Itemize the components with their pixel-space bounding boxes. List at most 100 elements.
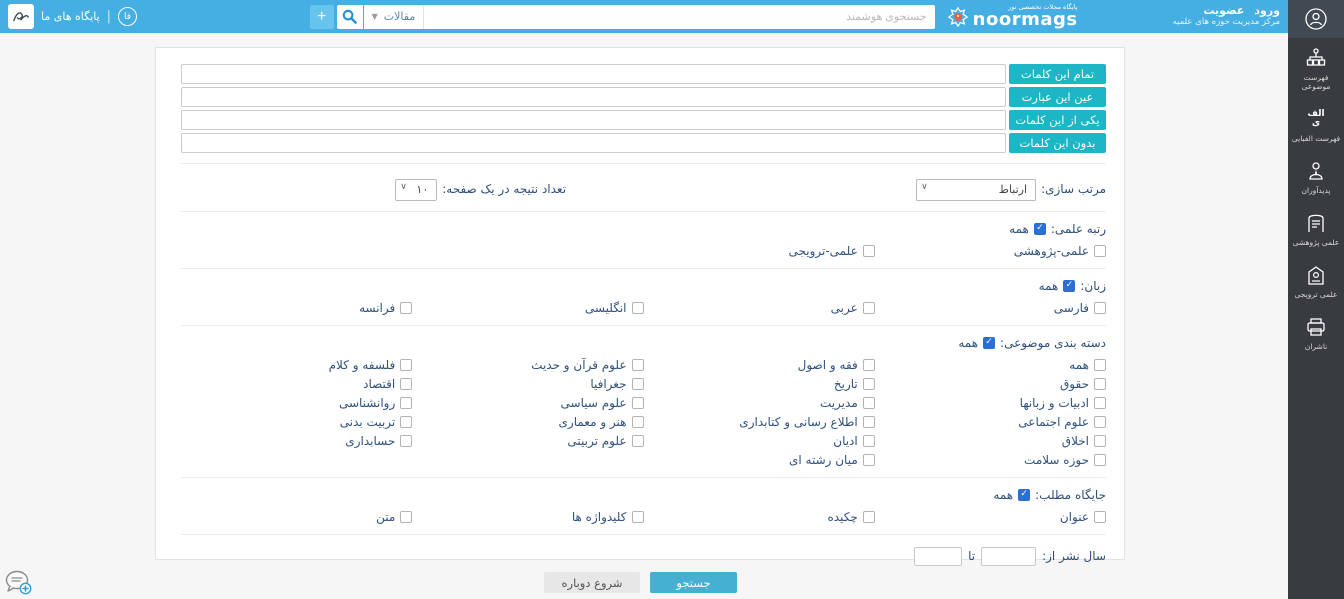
checkbox[interactable] (400, 416, 412, 428)
add-search-row-button[interactable]: + (310, 5, 334, 29)
checkbox[interactable] (863, 397, 875, 409)
without-words-input[interactable] (181, 133, 1006, 153)
filter-checkbox[interactable]: علوم اجتماعی (875, 415, 1106, 429)
checkbox[interactable] (632, 397, 644, 409)
filter-checkbox[interactable]: اخلاق (875, 434, 1106, 448)
all-words-input[interactable] (181, 64, 1006, 84)
all-checkbox[interactable]: همه (993, 488, 1030, 502)
checkbox[interactable] (400, 511, 412, 523)
filter-checkbox[interactable]: روانشناسی (181, 396, 412, 410)
filter-checkbox[interactable]: هنر و معماری (412, 415, 643, 429)
checkbox-checked[interactable] (1018, 489, 1030, 501)
all-checkbox[interactable]: همه (1009, 222, 1046, 236)
checkbox[interactable] (632, 302, 644, 314)
checkbox[interactable] (632, 416, 644, 428)
filter-checkbox[interactable]: جغرافیا (412, 377, 643, 391)
sidebar-item-scientific-promotional[interactable]: علمی ترویجی (1288, 255, 1344, 307)
sidebar-item-alphabetical-index[interactable]: الفی فهرست الفبایی (1288, 99, 1344, 151)
checkbox[interactable] (400, 435, 412, 447)
all-checkbox[interactable]: همه (1039, 279, 1076, 293)
checkbox[interactable] (863, 359, 875, 371)
our-sites-label[interactable]: پایگاه های ما (41, 10, 100, 23)
sort-select[interactable]: ارتباط (916, 179, 1036, 201)
filter-checkbox[interactable]: ادیان (644, 434, 875, 448)
checkbox[interactable] (1094, 416, 1106, 428)
filter-checkbox[interactable]: عنوان (875, 510, 1106, 524)
checkbox-checked[interactable] (983, 337, 995, 349)
sidebar-item-scientific-research[interactable]: علمی پژوهشی (1288, 203, 1344, 255)
checkbox[interactable] (632, 435, 644, 447)
checkbox[interactable] (863, 302, 875, 314)
checkbox[interactable] (863, 378, 875, 390)
any-words-input[interactable] (181, 110, 1006, 130)
sidebar-item-publishers[interactable]: ناشران (1288, 307, 1344, 359)
exact-phrase-label-button[interactable]: عین این عبارت (1009, 87, 1106, 107)
filter-checkbox[interactable]: فقه و اصول (644, 358, 875, 372)
filter-checkbox[interactable]: عربی (644, 301, 875, 315)
filter-checkbox[interactable]: حقوق (875, 377, 1106, 391)
filter-checkbox[interactable]: متن (181, 510, 412, 524)
checkbox[interactable] (1094, 245, 1106, 257)
checkbox[interactable] (400, 378, 412, 390)
checkbox[interactable] (1094, 359, 1106, 371)
search-scope-dropdown[interactable]: مقالات ▼ (364, 5, 425, 29)
without-words-label-button[interactable]: بدون این کلمات (1009, 133, 1106, 153)
filter-checkbox[interactable]: حوزه سلامت (875, 453, 1106, 467)
checkbox[interactable] (863, 245, 875, 257)
filter-checkbox[interactable]: چکیده (644, 510, 875, 524)
filter-checkbox[interactable]: فارسی (875, 301, 1106, 315)
checkbox[interactable] (1094, 435, 1106, 447)
smart-search-input[interactable] (424, 5, 934, 29)
reset-button[interactable]: شروع دوباره (544, 572, 640, 593)
noor-center-logo[interactable] (8, 4, 34, 29)
filter-checkbox[interactable]: تربیت بدنی (181, 415, 412, 429)
checkbox[interactable] (400, 359, 412, 371)
sidebar-account-button[interactable] (1288, 0, 1344, 38)
exact-phrase-input[interactable] (181, 87, 1006, 107)
filter-checkbox[interactable]: حسابداری (181, 434, 412, 448)
checkbox[interactable] (632, 359, 644, 371)
year-from-input[interactable] (981, 547, 1036, 566)
filter-checkbox[interactable]: میان رشته ای (644, 453, 875, 467)
per-page-select[interactable]: ۱۰ (395, 179, 437, 201)
all-words-label-button[interactable]: تمام این کلمات (1009, 64, 1106, 84)
checkbox[interactable] (863, 435, 875, 447)
filter-checkbox[interactable]: علوم قرآن و حدیث (412, 358, 643, 372)
filter-checkbox[interactable]: اطلاع رسانی و کتابداری (644, 415, 875, 429)
noormags-logo[interactable]: پایگاه مجلات تخصصی نور noormags (947, 4, 1078, 30)
filter-checkbox[interactable]: علوم سیاسی (412, 396, 643, 410)
checkbox[interactable] (863, 511, 875, 523)
filter-checkbox[interactable]: انگلیسی (412, 301, 643, 315)
checkbox[interactable] (1094, 378, 1106, 390)
search-button[interactable] (337, 5, 363, 29)
any-words-label-button[interactable]: یکی از این کلمات (1009, 110, 1106, 130)
checkbox[interactable] (632, 511, 644, 523)
filter-checkbox[interactable]: همه (875, 358, 1106, 372)
filter-checkbox[interactable]: مدیریت (644, 396, 875, 410)
filter-checkbox[interactable]: ادبیات و زبانها (875, 396, 1106, 410)
filter-checkbox[interactable]: تاریخ (644, 377, 875, 391)
filter-checkbox[interactable]: فلسفه و کلام (181, 358, 412, 372)
filter-checkbox[interactable]: فرانسه (181, 301, 412, 315)
checkbox-checked[interactable] (1034, 223, 1046, 235)
search-submit-button[interactable]: جستجو (650, 572, 737, 593)
filter-checkbox[interactable]: علوم تربیتی (412, 434, 643, 448)
filter-checkbox[interactable]: کلیدواژه ها (412, 510, 643, 524)
checkbox[interactable] (1094, 302, 1106, 314)
filter-checkbox[interactable]: اقتصاد (181, 377, 412, 391)
language-badge[interactable]: فا (118, 7, 137, 26)
year-to-input[interactable] (914, 547, 962, 566)
filter-checkbox[interactable]: علمی-پژوهشی (875, 244, 1106, 258)
sidebar-item-subject-index[interactable]: فهرست موضوعی (1288, 38, 1344, 99)
checkbox[interactable] (863, 454, 875, 466)
checkbox[interactable] (1094, 511, 1106, 523)
checkbox[interactable] (1094, 454, 1106, 466)
checkbox[interactable] (400, 302, 412, 314)
all-checkbox[interactable]: همه (958, 336, 995, 350)
filter-checkbox[interactable]: علمی-ترویجی (644, 244, 875, 258)
checkbox[interactable] (632, 378, 644, 390)
feedback-widget[interactable] (4, 569, 34, 597)
sidebar-item-authors[interactable]: پدیدآوران (1288, 151, 1344, 203)
checkbox[interactable] (1094, 397, 1106, 409)
checkbox-checked[interactable] (1063, 280, 1075, 292)
